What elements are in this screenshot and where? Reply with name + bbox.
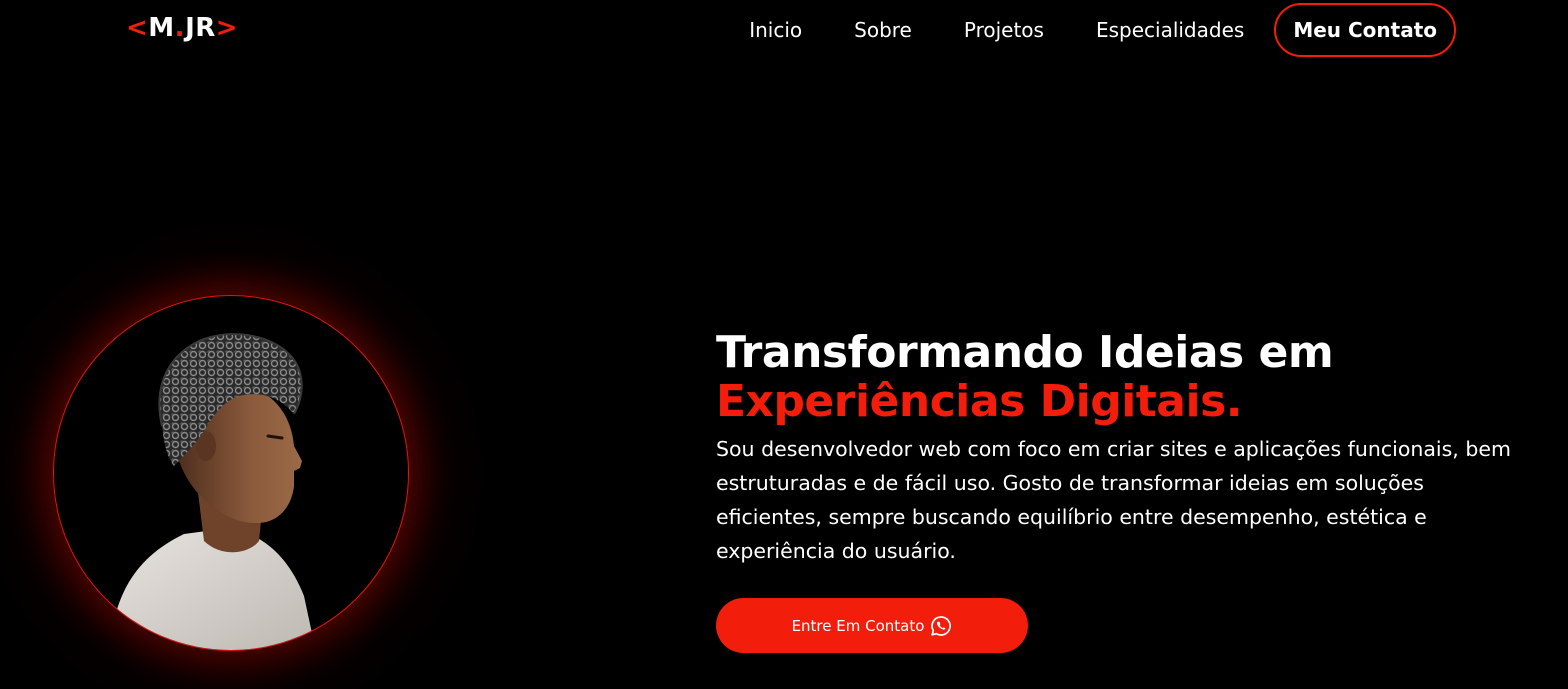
hero-title: Transformando Ideias em Experiências Dig…: [716, 328, 1546, 426]
page: <M.JR> Inicio Sobre Projetos Especialida…: [0, 0, 1568, 689]
hero-title-line2: Experiências Digitais.: [716, 376, 1242, 427]
profile-photo-illustration: [109, 333, 316, 650]
meu-contato-button[interactable]: Meu Contato: [1274, 3, 1456, 57]
cta-label: Entre Em Contato: [791, 616, 925, 635]
nav-item-especialidades[interactable]: Especialidades: [1096, 2, 1244, 58]
hero-description: Sou desenvolvedor web com foco em criar …: [716, 437, 1511, 563]
nav-item-sobre[interactable]: Sobre: [854, 2, 912, 58]
main-nav: Inicio Sobre Projetos Especialidades Meu…: [749, 2, 1456, 58]
nav-item-inicio[interactable]: Inicio: [749, 2, 802, 58]
nav-item-projetos[interactable]: Projetos: [964, 2, 1044, 58]
hero-title-line1: Transformando Ideias em: [716, 327, 1334, 378]
logo-close-bracket: >: [215, 13, 239, 43]
logo-suffix: JR: [185, 13, 216, 43]
logo-initial: M: [148, 13, 175, 43]
logo-dot: .: [174, 13, 186, 43]
entre-em-contato-button[interactable]: Entre Em Contato: [716, 598, 1028, 653]
hero-section: Transformando Ideias em Experiências Dig…: [716, 328, 1546, 568]
profile-photo: [53, 295, 409, 651]
logo-open-bracket: <: [126, 13, 149, 43]
logo[interactable]: <M.JR>: [126, 10, 238, 46]
whatsapp-icon: [930, 615, 952, 637]
